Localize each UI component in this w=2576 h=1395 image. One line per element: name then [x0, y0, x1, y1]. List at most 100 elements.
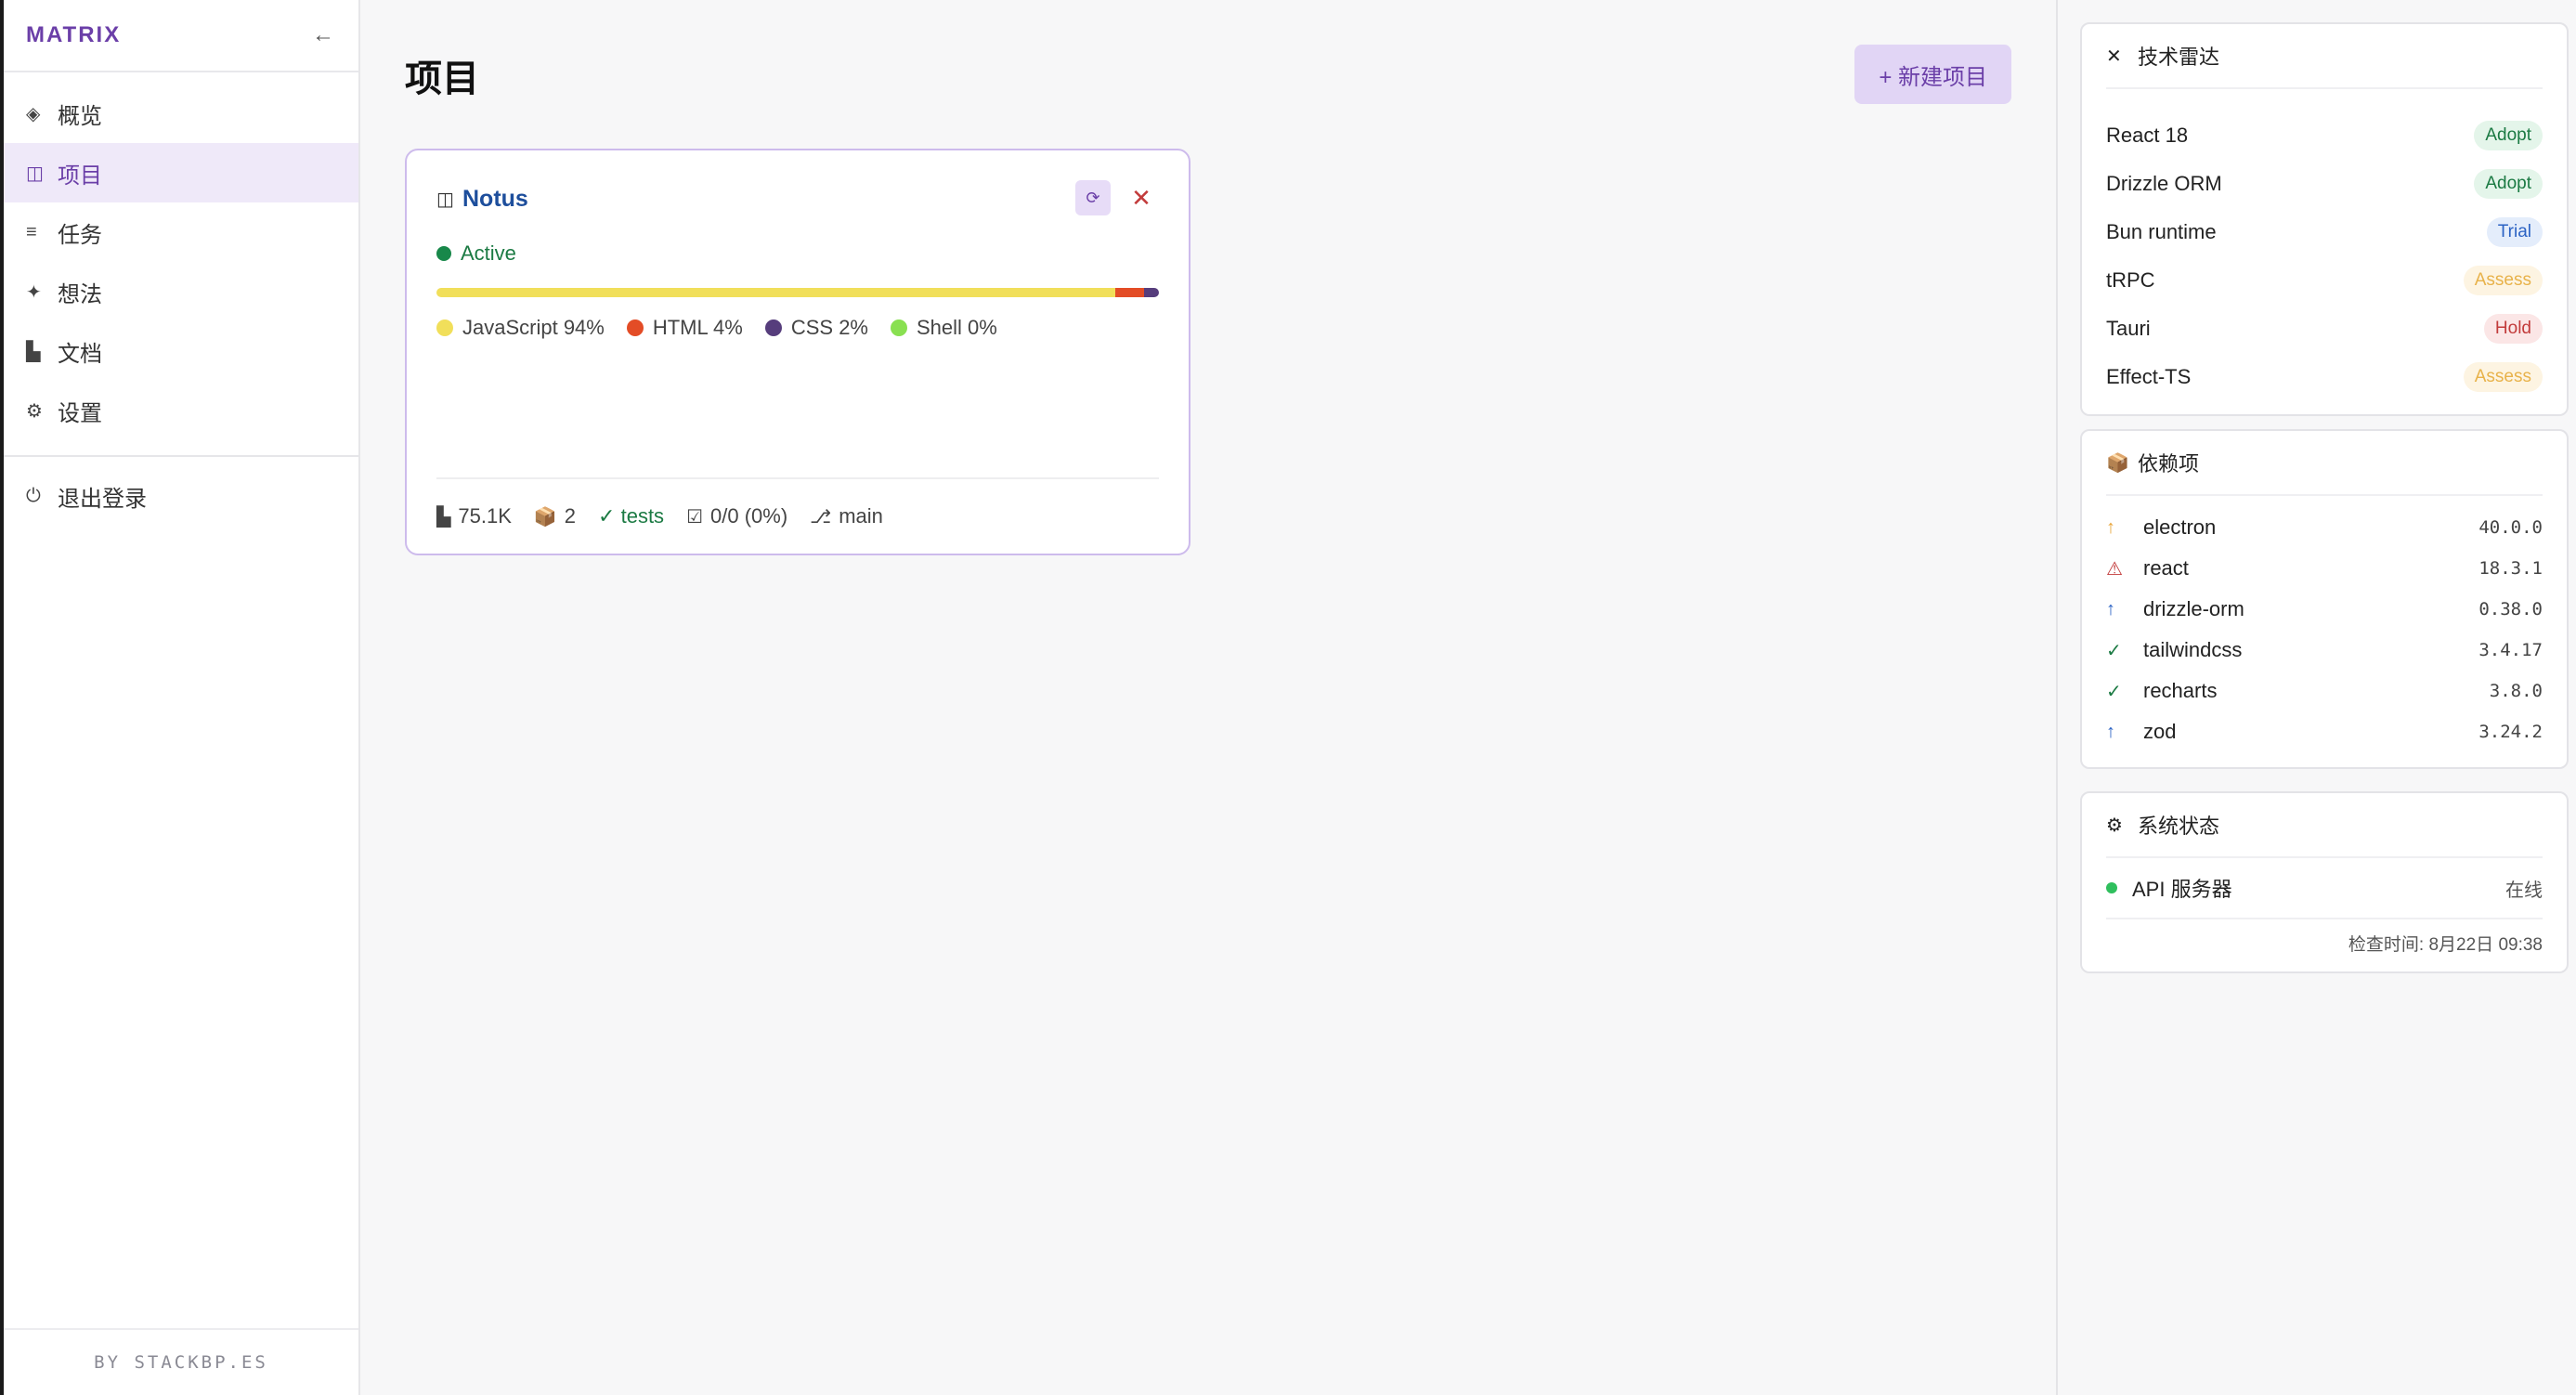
radar-ring-badge: Assess: [2463, 362, 2543, 392]
update-arrow-icon: ↑: [2106, 721, 2115, 742]
package-icon: 📦: [2106, 452, 2129, 474]
sidebar-item-overview[interactable]: ◈ 概览: [4, 84, 358, 143]
legend-label: Shell 0%: [917, 316, 997, 339]
diamond-icon: ◈: [26, 103, 41, 124]
tech-radar-panel: ✕ 技术雷达 React 18 Adopt Drizzle ORM Adopt …: [2080, 22, 2569, 416]
sidebar-header: MATRIX ←: [4, 0, 358, 72]
language-legend: JavaScript 94% HTML 4% CSS 2% Shell 0%: [436, 316, 1159, 340]
list-icon: ≡: [26, 221, 37, 242]
dependency-item: ✓ tailwindcss 3.4.17: [2106, 630, 2543, 671]
language-bar-segment-javascript: [436, 288, 1116, 297]
dependency-item: ↑ zod 3.24.2: [2106, 711, 2543, 752]
tech-radar-list: React 18 Adopt Drizzle ORM Adopt Bun run…: [2106, 89, 2543, 414]
radar-ring-badge: Adopt: [2474, 121, 2543, 150]
radar-item: Drizzle ORM Adopt: [2106, 160, 2543, 208]
legend-swatch: [436, 319, 453, 336]
dependency-name: drizzle-orm: [2143, 597, 2244, 620]
radar-ring-badge: Hold: [2483, 314, 2543, 344]
legend-swatch: [626, 319, 644, 336]
close-icon[interactable]: ✕: [1124, 180, 1159, 215]
tests-badge: ✓ tests: [598, 504, 665, 528]
packages-meta: 📦 2: [534, 504, 576, 528]
size-meta: ▙ 75.1K: [436, 504, 512, 528]
app-window: MATRIX ← ◈ 概览 ◫ 项目 ≡ 任务 ✦ 想法 ▙ 文档 ⚙ 设置 ⏻…: [0, 0, 2576, 1395]
sidebar-nav: ◈ 概览 ◫ 项目 ≡ 任务 ✦ 想法 ▙ 文档 ⚙ 设置 ⏻ 退出登录: [4, 72, 358, 526]
dependency-item: ⚠ react 18.3.1: [2106, 548, 2543, 589]
radar-item: React 18 Adopt: [2106, 111, 2543, 160]
project-columns-icon: ◫: [436, 189, 454, 210]
brand-logo: MATRIX: [26, 22, 122, 47]
language-bar-segment-html: [1115, 288, 1145, 297]
dependency-name: react: [2143, 556, 2189, 580]
radar-icon: ✕: [2106, 46, 2122, 67]
radar-item: Bun runtime Trial: [2106, 208, 2543, 256]
dependency-name: recharts: [2143, 679, 2218, 702]
online-dot: [2106, 882, 2117, 893]
radar-ring-badge: Assess: [2463, 266, 2543, 295]
radar-item-name: Effect-TS: [2106, 365, 2192, 388]
logout-button[interactable]: ⏻ 退出登录: [4, 466, 358, 526]
service-name: API 服务器: [2132, 878, 2232, 901]
sync-icon[interactable]: ⟳: [1075, 180, 1111, 215]
legend-swatch: [764, 319, 782, 336]
sidebar-item-ideas[interactable]: ✦ 想法: [4, 262, 358, 321]
legend-label: CSS 2%: [790, 316, 868, 339]
sidebar-footer: BY STACKBP.ES: [4, 1328, 358, 1395]
radar-ring-badge: Trial: [2486, 217, 2543, 247]
tasks-meta: ☑ 0/0 (0%): [686, 504, 787, 528]
service-status-row: API 服务器 在线: [2106, 858, 2543, 919]
system-status-title: 系统状态: [2138, 815, 2220, 838]
dependency-version: 3.4.17: [2478, 640, 2543, 660]
tech-radar-title: 技术雷达: [2138, 46, 2220, 69]
dependencies-list: ↑ electron 40.0.0 ⚠ react 18.3.1 ↑ drizz…: [2106, 496, 2543, 767]
dependency-item: ↑ drizzle-orm 0.38.0: [2106, 589, 2543, 630]
dependency-version: 3.24.2: [2478, 722, 2543, 742]
radar-item-name: tRPC: [2106, 268, 2155, 292]
dependency-name: tailwindcss: [2143, 638, 2243, 661]
branch-value: main: [839, 504, 883, 528]
branch-icon: ⎇: [810, 506, 832, 528]
sidebar-item-label: 项目: [58, 163, 102, 189]
legend-swatch: [891, 319, 907, 336]
sidebar-item-projects[interactable]: ◫ 项目: [4, 143, 358, 202]
dependency-version: 18.3.1: [2478, 558, 2543, 579]
collapse-arrow-icon[interactable]: ←: [308, 22, 338, 48]
power-icon: ⏻: [26, 485, 41, 506]
check-icon: ✓: [2106, 640, 2122, 661]
sidebar-item-tasks[interactable]: ≡ 任务: [4, 202, 358, 262]
sidebar-item-docs[interactable]: ▙ 文档: [4, 321, 358, 381]
dependency-name: zod: [2143, 720, 2177, 743]
check-icon: ✓: [2106, 681, 2122, 702]
nav-divider: [4, 455, 358, 457]
dependency-name: electron: [2143, 515, 2217, 539]
sidebar: MATRIX ← ◈ 概览 ◫ 项目 ≡ 任务 ✦ 想法 ▙ 文档 ⚙ 设置 ⏻…: [0, 0, 360, 1395]
radar-ring-badge: Adopt: [2474, 169, 2543, 199]
update-arrow-icon: ↑: [2106, 598, 2115, 619]
sidebar-item-label: 文档: [58, 341, 102, 367]
legend-css: CSS 2%: [764, 316, 868, 340]
warning-icon: ⚠: [2106, 558, 2123, 580]
size-value: 75.1K: [458, 504, 512, 528]
radar-item: Tauri Hold: [2106, 305, 2543, 353]
dependencies-panel: 📦 依赖项 ↑ electron 40.0.0 ⚠ react 18.3.1 ↑…: [2080, 429, 2569, 769]
checkbox-icon: ☑: [686, 506, 703, 528]
project-card[interactable]: ◫ Notus ⟳ ✕ Active JavaScript 94% HTML 4…: [405, 149, 1190, 555]
new-project-button[interactable]: + 新建项目: [1854, 45, 2011, 104]
logout-label: 退出登录: [58, 486, 147, 512]
dependencies-title: 依赖项: [2138, 452, 2200, 476]
language-bar: [436, 288, 1159, 297]
radar-item: Effect-TS Assess: [2106, 353, 2543, 401]
radar-item-name: Tauri: [2106, 317, 2151, 340]
system-status-header: ⚙ 系统状态: [2106, 793, 2543, 858]
file-icon: ▙: [436, 506, 451, 528]
sidebar-item-label: 概览: [58, 103, 102, 129]
radar-item-name: React 18: [2106, 124, 2189, 147]
columns-icon: ◫: [26, 163, 44, 184]
gear-icon: ⚙: [26, 400, 43, 422]
dependency-version: 0.38.0: [2478, 599, 2543, 619]
right-panel: ✕ 技术雷达 React 18 Adopt Drizzle ORM Adopt …: [2056, 0, 2576, 1395]
dependency-version: 40.0.0: [2478, 517, 2543, 538]
sidebar-item-settings[interactable]: ⚙ 设置: [4, 381, 358, 440]
project-name-link[interactable]: Notus: [462, 186, 528, 213]
project-card-footer: ▙ 75.1K 📦 2 ✓ tests ☑ 0/0 (0%) ⎇ main: [436, 477, 1159, 554]
